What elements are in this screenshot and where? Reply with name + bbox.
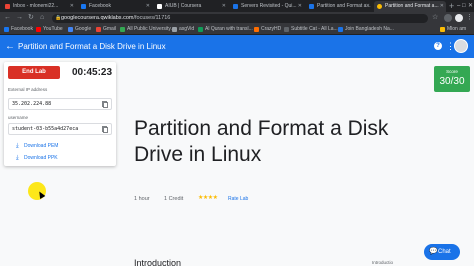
bookmark[interactable]: Gmail — [96, 24, 116, 34]
close-tab-icon[interactable]: ✕ — [146, 1, 150, 12]
download-icon: ⤓ — [16, 143, 19, 149]
help-icon[interactable]: ? — [434, 42, 442, 50]
bangladesh-icon — [338, 27, 343, 32]
header-title: Partition and Format a Disk Drive in Lin… — [18, 42, 166, 51]
back-arrow-icon[interactable]: ← — [5, 35, 15, 58]
star-rating: ★★★★ — [198, 195, 218, 201]
browser-tab-active[interactable]: Partition and Format a... ✕ — [374, 1, 446, 12]
quran-icon — [198, 27, 203, 32]
toc-introduction[interactable]: Introductio — [372, 260, 393, 265]
bookmark[interactable]: Al Quran with transl... — [198, 24, 253, 34]
maximize-button[interactable]: □ — [462, 0, 466, 12]
lab-credit: 1 Credit — [164, 196, 184, 202]
download-icon: ⤓ — [16, 155, 19, 161]
url-input[interactable]: 🔒 googlecoursera.qwiklabs.com/focuses/11… — [52, 14, 428, 23]
new-tab-button[interactable]: + — [449, 0, 454, 12]
menu-icon[interactable]: ⋮ — [466, 12, 473, 24]
qwiklabs-icon — [309, 4, 314, 9]
copy-icon[interactable] — [102, 126, 108, 133]
address-bar-row: ← → ↻ ⌂ 🔒 googlecoursera.qwiklabs.com/fo… — [0, 12, 474, 24]
bookmark[interactable]: Subtitle Cat - All La... — [284, 24, 338, 34]
lab-duration: 1 hour — [134, 196, 150, 202]
qwiklabs-icon — [233, 4, 238, 9]
close-window-button[interactable]: ✕ — [468, 0, 473, 12]
introduction-heading: Introduction — [134, 258, 182, 266]
username-field[interactable]: student-03-b55a4d27eca — [8, 123, 112, 135]
avatar[interactable] — [454, 39, 468, 53]
back-icon[interactable]: ← — [4, 12, 11, 24]
username-value: student-03-b55a4d27eca — [12, 126, 79, 132]
extension-icon[interactable] — [444, 14, 452, 22]
copy-icon[interactable] — [102, 101, 108, 108]
bookmark[interactable]: Mlon am — [440, 24, 466, 34]
star-icon[interactable]: ☆ — [432, 12, 438, 24]
lock-icon: 🔒 — [55, 15, 62, 21]
download-pem-link[interactable]: ⤓ Download PEM — [16, 142, 58, 150]
chat-icon: 💬 — [429, 248, 438, 255]
gmail-icon — [5, 4, 10, 9]
gmail-icon — [96, 27, 101, 32]
bookmark[interactable]: All Public University... — [120, 24, 175, 34]
google-icon — [68, 27, 73, 32]
folder-icon — [172, 27, 177, 32]
university-icon — [120, 27, 125, 32]
lab-control-panel: End Lab 00:45:23 External IP address 35.… — [4, 62, 116, 166]
username-label: username — [8, 115, 29, 120]
close-tab-icon[interactable]: ✕ — [222, 1, 226, 12]
reload-icon[interactable]: ↻ — [28, 12, 34, 24]
download-ppk-link[interactable]: ⤓ Download PPK — [16, 154, 58, 162]
rate-lab-link[interactable]: Rate Lab — [228, 196, 248, 202]
facebook-icon — [81, 4, 86, 9]
browser-tab[interactable]: AIUB | Coursera ✕ — [154, 1, 228, 12]
subtitle-cat-icon — [284, 27, 289, 32]
bookmark[interactable]: asgVid — [172, 24, 194, 34]
crazyhd-icon — [254, 27, 259, 32]
app-header: ← Partition and Format a Disk Drive in L… — [0, 35, 474, 58]
close-tab-icon[interactable]: ✕ — [366, 1, 370, 12]
home-icon[interactable]: ⌂ — [40, 12, 44, 24]
score-badge: Score 30/30 — [434, 66, 470, 92]
bookmarks-bar: Facebook YouTube Google Gmail All Public… — [0, 24, 474, 35]
close-tab-icon[interactable]: ✕ — [70, 1, 74, 12]
bookmark[interactable]: Facebook — [4, 24, 33, 34]
browser-tab[interactable]: Partition and Format a... ✕ — [306, 1, 372, 12]
chrome-icon — [377, 4, 382, 9]
close-tab-icon[interactable]: ✕ — [440, 1, 444, 12]
chat-button[interactable]: 💬 Chat — [424, 244, 460, 260]
bookmark[interactable]: CrazyHD — [254, 24, 281, 34]
browser-tab[interactable]: Servers Revisited - Qui... ✕ — [230, 1, 304, 12]
ip-field[interactable]: 35.202.224.88 — [8, 98, 112, 110]
browser-tab[interactable]: Facebook ✕ — [78, 1, 152, 12]
close-tab-icon[interactable]: ✕ — [298, 1, 302, 12]
end-lab-button[interactable]: End Lab — [8, 66, 60, 79]
browser-tab[interactable]: Inbox - mlonemi22... ✕ — [2, 1, 76, 12]
page-title: Partition and Format a Disk Drive in Lin… — [134, 117, 389, 166]
profile-icon[interactable] — [455, 14, 463, 22]
facebook-icon — [4, 27, 9, 32]
bookmark[interactable]: Google — [68, 24, 91, 34]
cursor-highlight — [28, 182, 46, 200]
ip-label: External IP address — [8, 87, 48, 92]
minimize-button[interactable]: – — [457, 0, 460, 12]
youtube-icon — [36, 27, 41, 32]
lab-content: End Lab 00:45:23 External IP address 35.… — [0, 58, 474, 266]
browser-tab-strip: Inbox - mlonemi22... ✕ Facebook ✕ AIUB |… — [0, 0, 474, 12]
bookmark[interactable]: Join Bangladesh Na... — [338, 24, 394, 34]
folder-icon — [440, 27, 445, 32]
forward-icon[interactable]: → — [16, 12, 23, 24]
coursera-icon — [157, 4, 162, 9]
ip-value: 35.202.224.88 — [12, 101, 52, 107]
bookmark[interactable]: YouTube — [36, 24, 63, 34]
lab-timer: 00:45:23 — [72, 67, 113, 78]
